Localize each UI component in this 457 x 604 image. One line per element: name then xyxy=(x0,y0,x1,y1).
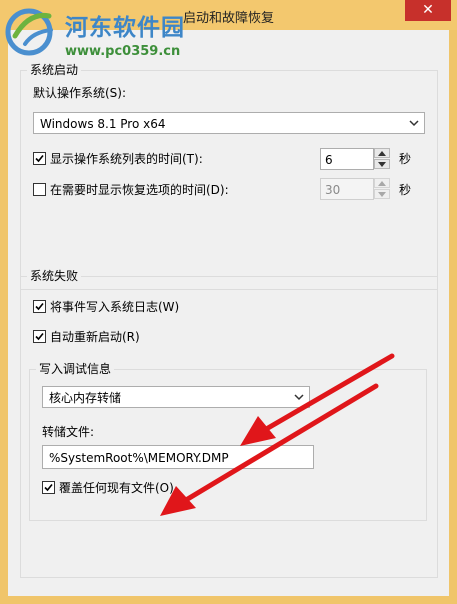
watermark-url: www.pc0359.cn xyxy=(65,44,181,59)
dump-type-value: 核心内存转储 xyxy=(49,391,122,405)
overwrite-label: 覆盖任何现有文件(O) xyxy=(59,481,174,495)
system-failure-group: 系统失败 将事件写入系统日志(W) 自动重新启动(R) 写入调试信息 核心内存转… xyxy=(20,269,438,578)
show-os-list-spinner xyxy=(374,148,390,170)
checkbox-checked-icon xyxy=(33,300,46,313)
debug-info-group: 写入调试信息 核心内存转储 转储文件: %SystemRoot%\MEMORY.… xyxy=(29,362,427,521)
chevron-down-icon xyxy=(408,117,420,129)
spin-up-button[interactable] xyxy=(374,148,390,158)
show-os-list-label: 显示操作系统列表的时间(T): xyxy=(50,152,203,166)
default-os-select[interactable]: Windows 8.1 Pro x64 xyxy=(33,112,425,134)
dump-file-value: %SystemRoot%\MEMORY.DMP xyxy=(49,451,229,465)
watermark-logo-icon xyxy=(5,8,53,56)
dump-type-select[interactable]: 核心内存转储 xyxy=(42,386,310,408)
default-os-label: 默认操作系统(S): xyxy=(33,86,127,100)
chevron-down-icon xyxy=(293,391,305,403)
show-os-list-unit: 秒 xyxy=(399,152,412,166)
debug-info-label: 写入调试信息 xyxy=(36,362,115,376)
watermark: 河东软件园 www.pc0359.cn xyxy=(5,2,235,66)
show-os-list-seconds-value: 6 xyxy=(325,153,333,167)
spin-down-button[interactable] xyxy=(374,189,390,199)
spin-up-button[interactable] xyxy=(374,178,390,188)
checkbox-checked-icon xyxy=(33,152,46,165)
dump-file-input[interactable]: %SystemRoot%\MEMORY.DMP xyxy=(42,445,314,469)
write-event-log-checkbox[interactable]: 将事件写入系统日志(W) xyxy=(33,299,179,315)
write-event-log-label: 将事件写入系统日志(W) xyxy=(50,300,180,314)
auto-restart-label: 自动重新启动(R) xyxy=(50,330,140,344)
system-failure-label: 系统失败 xyxy=(27,269,82,283)
show-recovery-seconds-input[interactable]: 30 xyxy=(320,178,374,200)
dialog-body: 系统启动 默认操作系统(S): Windows 8.1 Pro x64 显示操作… xyxy=(8,30,449,596)
close-button[interactable]: ✕ xyxy=(405,0,451,21)
default-os-value: Windows 8.1 Pro x64 xyxy=(40,117,166,131)
checkbox-checked-icon xyxy=(33,330,46,343)
show-recovery-checkbox[interactable]: 在需要时显示恢复选项的时间(D): xyxy=(33,182,229,198)
auto-restart-checkbox[interactable]: 自动重新启动(R) xyxy=(33,329,140,345)
show-recovery-unit: 秒 xyxy=(399,183,412,197)
system-startup-group: 系统启动 默认操作系统(S): Windows 8.1 Pro x64 显示操作… xyxy=(20,63,438,290)
show-recovery-label: 在需要时显示恢复选项的时间(D): xyxy=(50,183,229,197)
show-os-list-checkbox[interactable]: 显示操作系统列表的时间(T): xyxy=(33,151,203,167)
show-recovery-seconds-value: 30 xyxy=(325,183,341,197)
dump-file-label: 转储文件: xyxy=(42,425,95,439)
checkbox-unchecked-icon xyxy=(33,183,46,196)
watermark-site-name: 河东软件园 xyxy=(65,15,185,41)
checkbox-checked-icon xyxy=(42,481,55,494)
show-recovery-spinner xyxy=(374,178,390,200)
show-os-list-seconds-input[interactable]: 6 xyxy=(320,148,374,170)
overwrite-checkbox[interactable]: 覆盖任何现有文件(O) xyxy=(42,480,174,496)
spin-down-button[interactable] xyxy=(374,159,390,169)
